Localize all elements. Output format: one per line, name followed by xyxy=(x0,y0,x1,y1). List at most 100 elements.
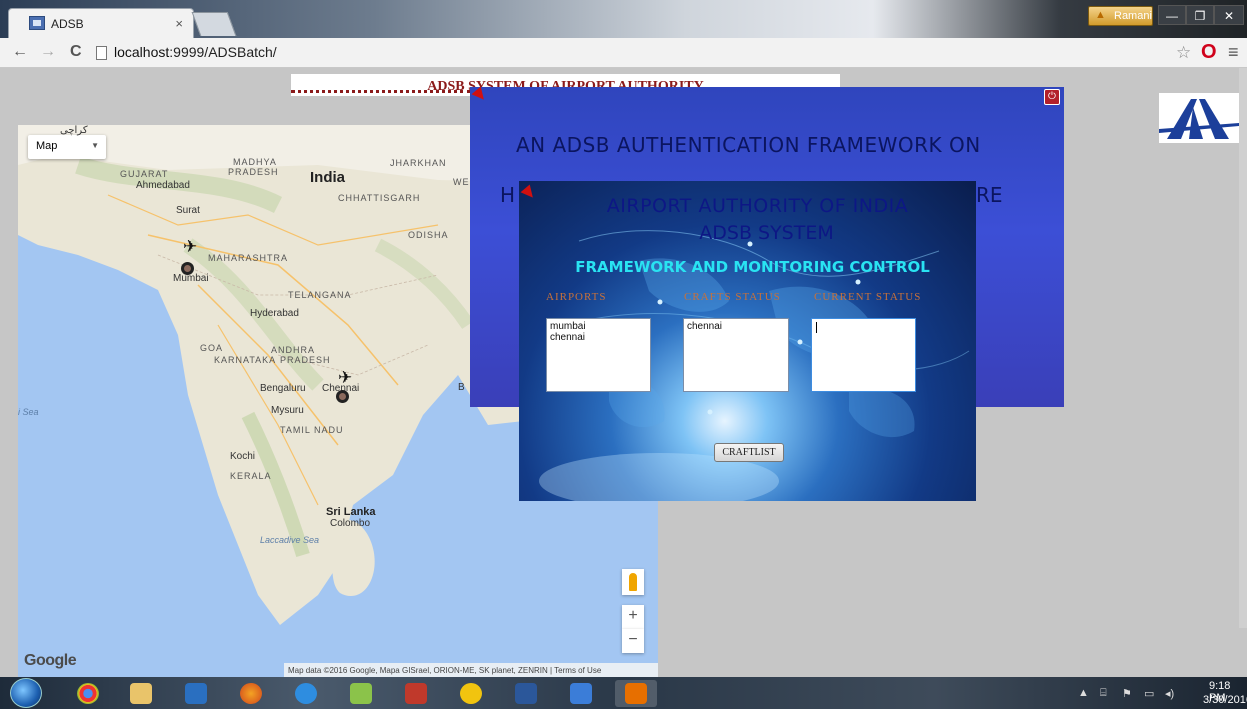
paint-brush-icon xyxy=(405,683,427,704)
label-colombo: Colombo xyxy=(330,518,371,529)
label-laccadive-sea: Laccadive Sea xyxy=(260,535,320,545)
map-type-dropdown[interactable]: Map ▼ xyxy=(28,135,106,159)
taskbar-firefox[interactable] xyxy=(230,680,272,707)
taskbar-chrome[interactable] xyxy=(67,680,109,707)
volume-icon[interactable]: ◂) xyxy=(1165,687,1174,700)
firefox-icon xyxy=(240,683,262,704)
folder-icon xyxy=(130,683,152,704)
map-attribution[interactable]: Map data ©2016 Google, Mapa GISrael, ORI… xyxy=(284,663,658,678)
airport-marker-mumbai[interactable] xyxy=(181,262,194,275)
browser-tab[interactable]: ADSB × xyxy=(8,8,194,38)
label-telangana: TELANGANA xyxy=(288,290,352,300)
list-item[interactable]: mumbai xyxy=(550,321,647,332)
label-goa: GOA xyxy=(200,343,224,353)
window-heading-line2-start: H xyxy=(500,183,516,207)
reload-icon[interactable]: C xyxy=(70,43,82,61)
profile-button[interactable]: Ramani xyxy=(1088,6,1153,26)
page-icon xyxy=(96,46,107,60)
label-maharashtra: MAHARASHTRA xyxy=(208,253,289,263)
label-sea: i Sea xyxy=(18,407,39,417)
power-icon[interactable]: ⏻ xyxy=(1044,89,1060,105)
airports-list[interactable]: mumbai chennai xyxy=(546,318,651,392)
taskbar-virtualbox[interactable] xyxy=(560,680,602,707)
taskbar-notepad[interactable] xyxy=(340,680,382,707)
label-madhya: MADHYA xyxy=(233,157,277,167)
label-sri-lanka: Sri Lanka xyxy=(326,506,376,518)
list-item[interactable]: chennai xyxy=(550,332,647,343)
minimize-button[interactable]: — xyxy=(1158,5,1186,25)
label-india: India xyxy=(310,169,346,186)
bookmark-star-icon[interactable]: ☆ xyxy=(1176,43,1191,63)
taskbar-media[interactable] xyxy=(175,680,217,707)
clock-date[interactable]: 3/30/2016 xyxy=(1203,694,1247,706)
aircraft-icon[interactable]: ✈ xyxy=(183,237,197,257)
label-andhra-pradesh: PRADESH xyxy=(280,355,331,365)
list-item[interactable]: chennai xyxy=(687,321,785,332)
aircraft-icon[interactable]: ✈ xyxy=(338,368,352,388)
window-title: AIRPORT AUTHORITY OF INDIA xyxy=(606,195,909,217)
zoom-out-button[interactable]: − xyxy=(622,629,644,653)
label-hyderabad: Hyderabad xyxy=(250,308,299,319)
crafts-status-list[interactable]: chennai xyxy=(683,318,789,392)
menu-icon[interactable]: ≡ xyxy=(1228,42,1239,63)
label-odisha: ODISHA xyxy=(408,230,449,240)
banner-dotted-rule xyxy=(291,90,471,93)
label-pradesh: PRADESH xyxy=(228,167,279,177)
tab-title: ADSB xyxy=(51,17,84,31)
current-status-label: CURRENT STATUS xyxy=(814,291,922,303)
browser-toolbar: ← → C localhost:9999/ADSBatch/ ☆ O ≡ xyxy=(0,38,1247,68)
current-status-textarea[interactable] xyxy=(811,318,916,392)
battery-icon[interactable]: ▭ xyxy=(1144,687,1154,700)
back-arrow-icon[interactable]: ← xyxy=(12,43,28,61)
tab-close-icon[interactable]: × xyxy=(175,16,183,31)
label-mysuru: Mysuru xyxy=(271,405,304,416)
internet-explorer-icon xyxy=(295,683,317,704)
new-tab-button[interactable] xyxy=(191,12,237,36)
cube-icon xyxy=(570,683,592,704)
media-player-icon xyxy=(185,683,207,704)
page-scrollbar[interactable] xyxy=(1239,68,1247,628)
network-icon[interactable]: ⌸ xyxy=(1100,687,1107,700)
text-cursor xyxy=(816,322,817,333)
word-icon xyxy=(515,683,537,704)
taskbar-word[interactable] xyxy=(505,680,547,707)
crafts-status-label: CRAFTS STATUS xyxy=(684,291,781,303)
forward-arrow-icon[interactable]: → xyxy=(40,43,56,61)
address-bar[interactable]: localhost:9999/ADSBatch/ xyxy=(114,44,277,60)
java-icon xyxy=(625,683,647,704)
label-karnataka: KARNATAKA xyxy=(214,355,277,365)
label-mumbai: Mumbai xyxy=(173,273,209,284)
label-kochi: Kochi xyxy=(230,451,256,462)
label-tamil-nadu: TAMIL NADU xyxy=(280,425,344,435)
craftlist-button[interactable]: CRAFTLIST xyxy=(714,443,784,462)
window-heading-line2-end: RE xyxy=(976,183,1003,207)
framework-heading: FRAMEWORK AND MONITORING CONTROL xyxy=(575,258,930,276)
tray-expand-icon[interactable]: ▲ xyxy=(1078,687,1089,699)
map-type-value: Map xyxy=(36,140,58,152)
notepad-icon xyxy=(350,683,372,704)
airport-marker-chennai[interactable] xyxy=(336,390,349,403)
maximize-button[interactable]: ❐ xyxy=(1186,5,1214,25)
google-logo: Google xyxy=(24,652,77,669)
action-center-flag-icon[interactable]: ⚑ xyxy=(1122,687,1132,700)
taskbar-java[interactable] xyxy=(615,680,657,707)
label-andhra: ANDHRA xyxy=(271,345,316,355)
taskbar-paint[interactable] xyxy=(450,680,492,707)
page-content: ADSB SYSTEM OF AIRPORT AUTHORITY Map▼ کر… xyxy=(0,68,1247,678)
windows-taskbar: ▲ ⌸ ⚑ ▭ ◂) 9:18 PM 3/30/2016 xyxy=(0,677,1247,709)
start-button[interactable] xyxy=(10,678,42,708)
taskbar-ie[interactable] xyxy=(285,680,327,707)
zoom-in-button[interactable]: + xyxy=(622,605,644,629)
street-view-pegman-icon[interactable] xyxy=(622,569,644,595)
url-path: :9999/ADSBatch/ xyxy=(169,44,277,60)
opera-icon[interactable]: O xyxy=(1201,41,1217,64)
taskbar-app[interactable] xyxy=(395,680,437,707)
label-kerala: KERALA xyxy=(230,471,272,481)
system-tray: ▲ ⌸ ⚑ ▭ ◂) 9:18 PM 3/30/2016 xyxy=(1070,677,1247,709)
taskbar-explorer[interactable] xyxy=(120,680,162,707)
favicon-icon xyxy=(29,16,45,30)
window-heading: AN ADSB AUTHENTICATION FRAMEWORK ON xyxy=(516,133,981,157)
close-window-button[interactable]: ✕ xyxy=(1214,5,1244,25)
label-chhattisgarh: CHHATTISGARH xyxy=(338,193,421,203)
label-ahmedabad: Ahmedabad xyxy=(136,180,190,191)
